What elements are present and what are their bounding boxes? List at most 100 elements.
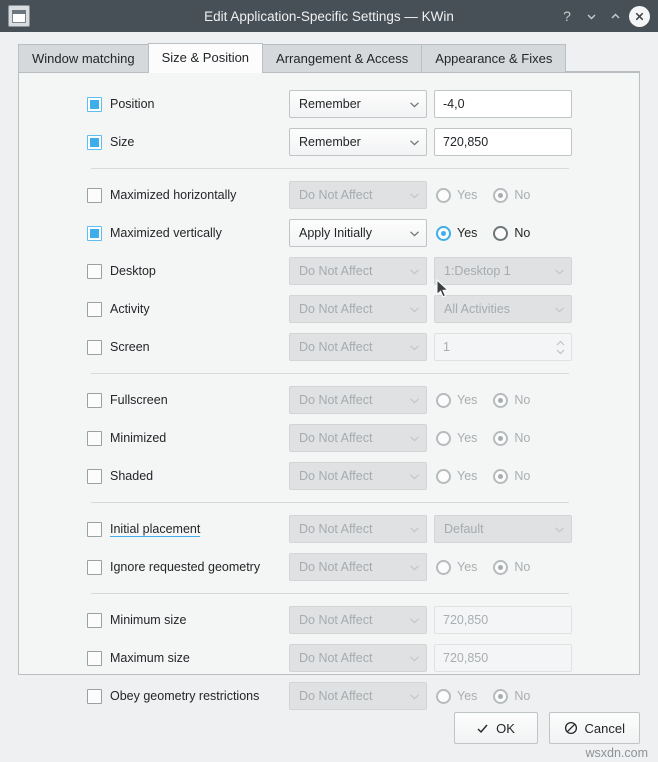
settings-row-desktop: Desktop Do Not Affect 1:Desktop 1	[19, 252, 639, 290]
rule-combo-value-shaded: Do Not Affect	[299, 469, 373, 483]
rule-combo-value-initial-placement: Do Not Affect	[299, 522, 373, 536]
tab-arrangement-access[interactable]: Arrangement & Access	[262, 44, 423, 72]
label-maximum-size: Maximum size	[110, 651, 190, 665]
help-icon[interactable]: ?	[556, 5, 578, 27]
rule-combo-value-size: Remember	[299, 135, 361, 149]
settings-row-initial-placement: Initial placement Do Not Affect Default	[19, 510, 639, 548]
label-initial-placement[interactable]: Initial placement	[110, 522, 201, 537]
label-shaded: Shaded	[110, 469, 154, 483]
label-cell-maximum-size: Maximum size	[87, 650, 287, 666]
checkbox-size[interactable]	[87, 134, 102, 150]
radio-label-fullscreen-no: No	[514, 393, 531, 407]
value-combo-text-desktop: 1:Desktop 1	[444, 264, 511, 278]
cancel-circle-slash-icon	[564, 721, 578, 735]
checkbox-desktop[interactable]	[87, 263, 102, 279]
label-cell-position: Position	[87, 96, 287, 112]
tab-appearance-fixes[interactable]: Appearance & Fixes	[421, 44, 567, 72]
settings-row-activity: Activity Do Not Affect All Activities	[19, 290, 639, 328]
radio-label-obey-geometry-restrictions-no: No	[514, 689, 531, 703]
value-input-position[interactable]: -4,0	[434, 90, 572, 118]
check-icon	[476, 722, 489, 735]
tab-bar: Window matching Size & Position Arrangem…	[0, 43, 658, 73]
section-separator	[91, 593, 569, 594]
radio-dot-shaded-yes	[436, 468, 451, 484]
settings-row-minimum-size: Minimum size Do Not Affect 720,850	[19, 601, 639, 639]
settings-row-obey-geometry-restrictions: Obey geometry restrictions Do Not Affect Y…	[19, 677, 639, 715]
value-spinbox-text-screen: 1	[443, 340, 450, 354]
radio-group-maximized-vertically: Yes No	[436, 225, 546, 241]
rule-combo-initial-placement: Do Not Affect	[289, 515, 427, 543]
value-input-size[interactable]: 720,850	[434, 128, 572, 156]
checkbox-minimum-size[interactable]	[87, 612, 102, 628]
checkbox-shaded[interactable]	[87, 468, 102, 484]
radio-fullscreen-no: No	[493, 392, 531, 408]
close-button[interactable]	[628, 5, 650, 27]
checkbox-maximum-size[interactable]	[87, 650, 102, 666]
radio-ignore-requested-geometry-yes: Yes	[436, 559, 478, 575]
settings-row-shaded: Shaded Do Not Affect Yes No	[19, 457, 639, 495]
spinbox-arrows-icon[interactable]	[555, 340, 566, 355]
checkbox-screen[interactable]	[87, 339, 102, 355]
radio-maximized-vertically-no[interactable]: No	[493, 225, 531, 241]
tab-window-matching[interactable]: Window matching	[18, 44, 149, 72]
radio-group-maximized-horizontally: Yes No	[436, 187, 546, 203]
rule-combo-value-obey-geometry-restrictions: Do Not Affect	[299, 689, 373, 703]
radio-label-maximized-vertically-no: No	[514, 226, 531, 240]
ok-button[interactable]: OK	[453, 712, 538, 744]
checkbox-obey-geometry-restrictions[interactable]	[87, 688, 102, 704]
ok-button-label: OK	[496, 720, 515, 736]
rule-combo-value-maximized-horizontally: Do Not Affect	[299, 188, 373, 202]
label-size: Size	[110, 135, 135, 149]
radio-group-fullscreen: Yes No	[436, 392, 546, 408]
close-icon	[628, 5, 650, 27]
checkbox-position[interactable]	[87, 96, 102, 112]
radio-label-ignore-requested-geometry-yes: Yes	[457, 560, 478, 574]
radio-dot-fullscreen-no	[493, 392, 509, 408]
radio-group-shaded: Yes No	[436, 468, 546, 484]
radio-group-minimized: Yes No	[436, 430, 546, 446]
rule-combo-desktop: Do Not Affect	[289, 257, 427, 285]
checkbox-activity[interactable]	[87, 301, 102, 317]
settings-row-screen: Screen Do Not Affect 1	[19, 328, 639, 366]
dialog-button-bar: OK Cancel	[0, 712, 658, 744]
section-separator	[91, 373, 569, 374]
title-bar: Edit Application-Specific Settings — KWi…	[0, 0, 658, 32]
checkbox-maximized-horizontally[interactable]	[87, 187, 102, 203]
value-combo-text-activity: All Activities	[444, 302, 510, 316]
cancel-button[interactable]: Cancel	[548, 712, 640, 744]
label-minimized: Minimized	[110, 431, 167, 445]
rule-combo-value-minimum-size: Do Not Affect	[299, 613, 373, 627]
radio-dot-obey-geometry-restrictions-yes	[436, 688, 451, 704]
checkbox-maximized-vertically[interactable]	[87, 225, 102, 241]
rule-combo-position[interactable]: Remember	[289, 90, 427, 118]
value-combo-activity: All Activities	[434, 295, 572, 323]
radio-label-maximized-vertically-yes: Yes	[457, 226, 478, 240]
cancel-button-label: Cancel	[584, 720, 625, 736]
rule-combo-size[interactable]: Remember	[289, 128, 427, 156]
checkbox-fullscreen[interactable]	[87, 392, 102, 408]
radio-dot-maximized-vertically-no	[493, 225, 509, 241]
value-spinbox-screen: 1	[434, 333, 572, 361]
value-combo-desktop: 1:Desktop 1	[434, 257, 572, 285]
tab-size-position[interactable]: Size & Position	[147, 43, 264, 73]
label-cell-minimum-size: Minimum size	[87, 612, 287, 628]
checkbox-initial-placement[interactable]	[87, 521, 102, 537]
settings-row-maximum-size: Maximum size Do Not Affect 720,850	[19, 639, 639, 677]
minimize-icon[interactable]	[580, 5, 602, 27]
label-cell-screen: Screen	[87, 339, 287, 355]
label-desktop: Desktop	[110, 264, 156, 278]
rule-combo-value-fullscreen: Do Not Affect	[299, 393, 373, 407]
label-fullscreen: Fullscreen	[110, 393, 168, 407]
radio-maximized-horizontally-yes: Yes	[436, 187, 477, 203]
label-cell-activity: Activity	[87, 301, 287, 317]
rule-combo-maximized-vertically[interactable]: Apply Initially	[289, 219, 427, 247]
radio-label-minimized-no: No	[514, 431, 531, 445]
rule-combo-fullscreen: Do Not Affect	[289, 386, 427, 414]
radio-shaded-no: No	[493, 468, 530, 484]
checkbox-ignore-requested-geometry[interactable]	[87, 559, 102, 575]
radio-obey-geometry-restrictions-no: No	[493, 688, 531, 704]
maximize-icon[interactable]	[604, 5, 626, 27]
settings-row-size: Size Remember 720,850	[19, 123, 639, 161]
checkbox-minimized[interactable]	[87, 430, 102, 446]
radio-maximized-vertically-yes[interactable]: Yes	[436, 225, 478, 241]
